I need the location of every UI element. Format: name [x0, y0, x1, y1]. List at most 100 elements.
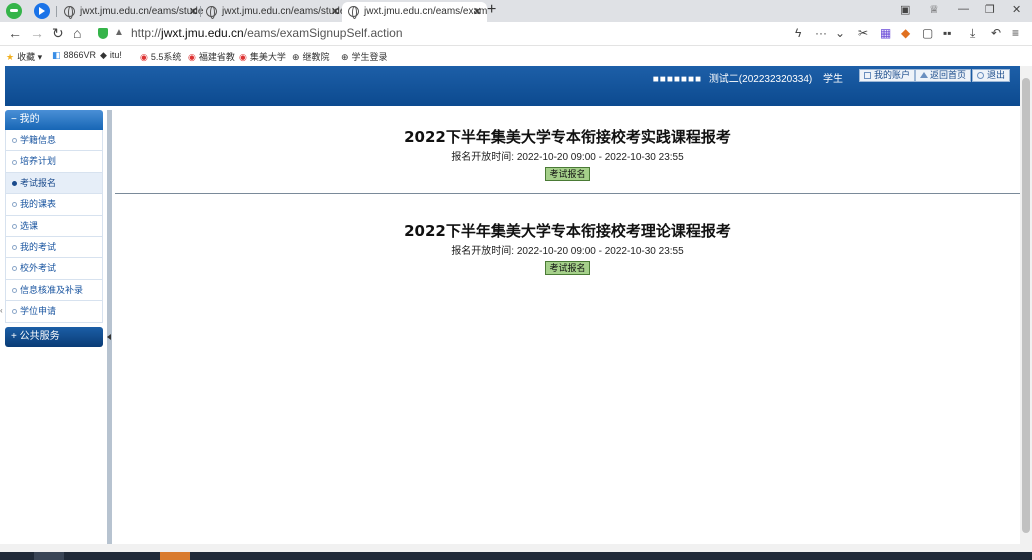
user-name: 测试二(202232320334) [708, 74, 813, 85]
sidebar-item-student-info[interactable]: 学籍信息 [5, 130, 103, 152]
close-tab-icon[interactable]: ✕ [331, 2, 340, 22]
account-icon [864, 72, 871, 79]
bookmark-item[interactable]: ⊕ 学生登录 [341, 50, 388, 63]
bookmark-label: 集美大学 [249, 52, 286, 62]
taskbar-app[interactable] [160, 552, 190, 560]
sidebar-item-course-selection[interactable]: 选课 [5, 215, 103, 237]
restore-icon[interactable]: ❐ [985, 3, 995, 16]
home-icon [920, 72, 928, 78]
globe-icon [206, 6, 217, 19]
bookmark-item[interactable]: ◧ 8866VR [52, 50, 96, 61]
sidebar-item-label: 信息核准及补录 [20, 284, 84, 295]
bookmark-icon: ◧ [52, 50, 61, 60]
lightning-icon[interactable]: ϟ [795, 26, 801, 40]
scrollbar-thumb[interactable] [1022, 78, 1030, 533]
bookmark-label: itu! [109, 50, 122, 60]
minimize-icon[interactable]: — [958, 3, 969, 15]
bookmark-favorites[interactable]: ★ 收藏 ▾ [6, 50, 42, 63]
exam-signup-time: 报名开放时间: 2022-10-20 09:00 - 2022-10-30 23… [451, 152, 684, 163]
header-divider [5, 106, 1020, 109]
bookmarks-bar: ★ 收藏 ▾ ◧ 8866VR ◆ itu! ◉ 5.5系统 ◉ 福建省教 ◉ 集美大学 ⊕… [0, 46, 1032, 66]
sidebar-item-label: 学籍信息 [20, 135, 57, 145]
sidebar-item-label: 学位申请 [20, 306, 57, 317]
forward-icon[interactable]: → [30, 25, 44, 41]
my-account-button[interactable]: 我的账户 [859, 69, 916, 82]
browser-tab-2[interactable]: jwxt.jmu.edu.cn/eams/stude ✕ [200, 2, 345, 22]
wallet-icon[interactable]: ▣ [900, 3, 910, 16]
sidebar-item-degree-application[interactable]: 学位申请 [5, 301, 103, 323]
bullet-icon [12, 245, 17, 251]
web-page: ■■■■■■■ 测试二(202232320334) 学生 我的账户 返回首页 退… [0, 66, 1020, 544]
exam-signup-button[interactable]: 考试报名 [545, 167, 590, 181]
close-tab-icon[interactable]: ✕ [473, 2, 482, 22]
bullet-icon [12, 202, 17, 208]
bookmark-item[interactable]: ⊕ 继教院 [292, 50, 330, 63]
sidebar-item-external-exams[interactable]: 校外考试 [5, 258, 103, 280]
apps-icon[interactable]: ▪▪ [943, 26, 952, 40]
vertical-scrollbar[interactable] [1020, 66, 1032, 544]
sidebar-item-my-timetable[interactable]: 我的课表 [5, 194, 103, 216]
undo-icon[interactable]: ↶ [991, 26, 1001, 40]
url-field[interactable]: http://jwxt.jmu.edu.cn/eams/examSignupSe… [131, 26, 403, 40]
browser-tab-3-active[interactable]: jwxt.jmu.edu.cn/eams/exam ✕ [342, 2, 487, 22]
tab-separator [56, 6, 57, 17]
shirt-icon[interactable]: ♕ [929, 3, 939, 16]
download-icon[interactable]: ⤓ [970, 26, 975, 41]
close-tab-icon[interactable]: ✕ [189, 2, 198, 22]
menu-icon[interactable]: ≡ [1012, 26, 1019, 40]
bullet-icon [12, 309, 17, 315]
os-taskbar [0, 552, 1032, 560]
sidebar: − 我的 学籍信息 培养计划 考试报名 我的课表 选课 我的考试 校外考试 信息… [5, 110, 103, 544]
globe-icon: ⊕ [341, 52, 349, 62]
translate-icon[interactable]: ▦ [880, 26, 891, 40]
extension-icon[interactable] [34, 3, 50, 19]
horizontal-scrollbar[interactable] [0, 544, 1032, 552]
back-icon[interactable]: ← [8, 25, 22, 41]
collapse-left-icon[interactable]: ‹ [0, 306, 3, 315]
chevron-down-icon[interactable]: ⌄ [835, 26, 845, 40]
bullet-icon [12, 159, 17, 165]
sidebar-item-info-verification[interactable]: 信息核准及补录 [5, 279, 103, 302]
shield-icon[interactable] [98, 28, 108, 39]
close-window-icon[interactable]: ✕ [1012, 3, 1021, 16]
game-icon[interactable]: ◆ [901, 26, 910, 40]
url-path: /eams/examSignupSelf.action [243, 26, 403, 40]
my-account-label: 我的账户 [874, 70, 911, 80]
bookmark-label: 收藏 ▾ [17, 52, 43, 62]
exam-signup-time: 报名开放时间: 2022-10-20 09:00 - 2022-10-30 23… [451, 246, 684, 257]
taskbar-app[interactable] [34, 552, 64, 560]
return-home-button[interactable]: 返回首页 [915, 69, 972, 82]
user-info: ■■■■■■■ 测试二(202232320334) 学生 [653, 70, 843, 85]
sidebar-item-label: 培养计划 [20, 156, 57, 167]
menu-section-mine[interactable]: − 我的 [5, 110, 103, 130]
bookmark-item[interactable]: ◉ 5.5系统 [140, 50, 181, 63]
bullet-icon [12, 180, 17, 186]
sidebar-item-label: 考试报名 [20, 177, 57, 188]
more-icon[interactable]: ··· [815, 26, 827, 40]
return-home-label: 返回首页 [930, 70, 967, 80]
sidebar-item-label: 我的考试 [20, 241, 57, 252]
sidebar-item-training-plan[interactable]: 培养计划 [5, 151, 103, 173]
user-role: 学生 [823, 74, 843, 85]
exam-title: 2022下半年集美大学专本衔接校考理论课程报考 [404, 222, 731, 240]
collapse-sidebar-icon[interactable] [107, 334, 111, 340]
logout-button[interactable]: 退出 [972, 69, 1011, 82]
reload-icon[interactable]: ↻ [52, 25, 64, 42]
browser-tab-1[interactable]: jwxt.jmu.edu.cn/eams/stude ✕ [58, 2, 203, 22]
sidebar-splitter[interactable] [107, 110, 112, 544]
home-icon[interactable]: ⌂ [73, 25, 81, 41]
sidebar-item-label: 选课 [20, 220, 39, 231]
sidebar-item-my-exams[interactable]: 我的考试 [5, 236, 103, 259]
window-icon[interactable]: ▢ [922, 26, 933, 40]
bookmark-label: 学生登录 [351, 52, 388, 62]
menu-section-public[interactable]: + 公共服务 [5, 326, 103, 347]
bookmark-item[interactable]: ◆ itu! [100, 50, 122, 61]
bookmark-item[interactable]: ◉ 福建省教 [188, 50, 235, 63]
bookmark-item[interactable]: ◉ 集美大学 [239, 50, 286, 63]
exam-signup-button[interactable]: 考试报名 [545, 261, 590, 275]
new-tab-button[interactable]: + [487, 1, 496, 19]
insecure-lock-icon[interactable]: ▲ [114, 27, 124, 38]
logout-icon [977, 72, 984, 79]
scissors-icon[interactable]: ✂ [858, 26, 868, 40]
sidebar-item-exam-signup[interactable]: 考试报名 [5, 172, 103, 195]
